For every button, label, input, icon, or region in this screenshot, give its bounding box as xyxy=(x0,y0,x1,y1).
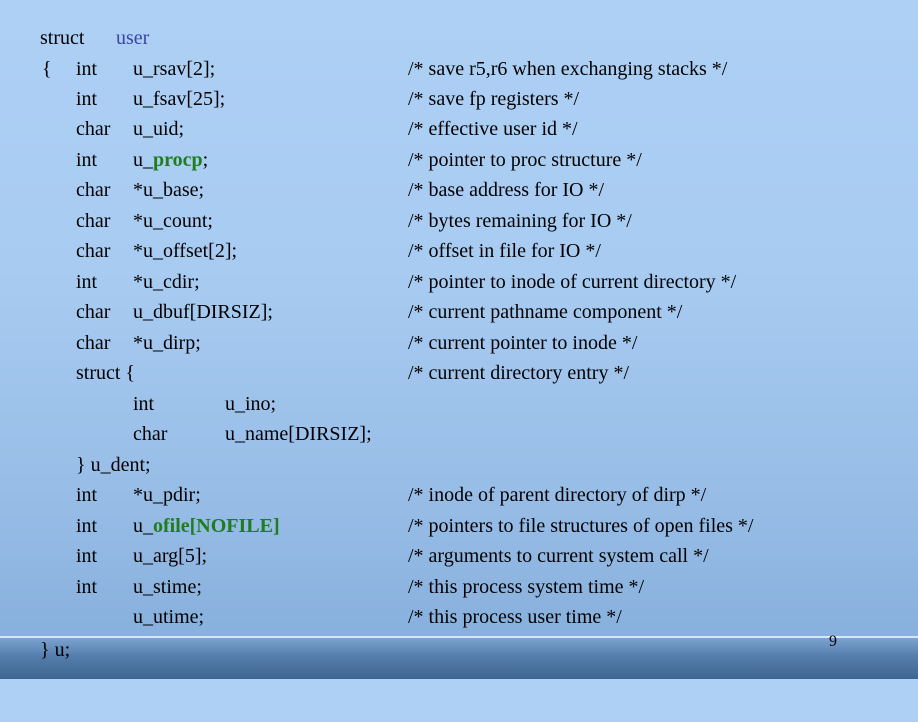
field-type: int xyxy=(76,271,98,293)
field-type: int xyxy=(76,58,98,80)
field-decl: u_dbuf[DIRSIZ]; xyxy=(133,301,273,323)
struct-name: user xyxy=(116,27,150,49)
code-line: char *u_count; /* bytes remaining for IO… xyxy=(0,206,918,236)
field-comment: /* current directory entry */ xyxy=(408,362,630,384)
code-line: int *u_pdir; /* inode of parent director… xyxy=(0,480,918,510)
field-comment: /* inode of parent directory of dirp */ xyxy=(408,484,707,506)
struct-header: struct user xyxy=(0,23,918,53)
struct-closing: } u; xyxy=(40,639,71,661)
field-comment: /* save r5,r6 when exchanging stacks */ xyxy=(408,58,728,80)
field-decl-prefix: u_ xyxy=(133,515,153,537)
field-decl: *u_offset[2]; xyxy=(133,240,238,262)
field-comment: /* pointers to file structures of open f… xyxy=(408,515,754,537)
code-line: int u_arg[5]; /* arguments to current sy… xyxy=(0,541,918,571)
field-decl: u_fsav[25]; xyxy=(133,88,226,110)
field-type: char xyxy=(76,332,111,354)
field-decl-suffix: ; xyxy=(202,149,209,171)
code-line: int u_ino; xyxy=(0,389,918,419)
field-decl: u_utime; xyxy=(133,606,205,628)
open-brace: { xyxy=(42,58,52,80)
footer-bar xyxy=(0,637,918,679)
code-line: int u_fsav[25]; /* save fp registers */ xyxy=(0,84,918,114)
field-decl: u_procp; xyxy=(133,145,208,175)
code-line: char u_uid; /* effective user id */ xyxy=(0,114,918,144)
field-decl: *u_cdir; xyxy=(133,271,200,293)
field-type: int xyxy=(76,545,98,567)
inner-field-type: int xyxy=(133,393,155,415)
highlighted-field: ofile[NOFILE] xyxy=(153,515,280,537)
footer-divider xyxy=(0,636,918,638)
code-line: int u_stime; /* this process system time… xyxy=(0,572,918,602)
field-type: char xyxy=(76,210,111,232)
field-type: char xyxy=(76,118,111,140)
field-type: int xyxy=(76,88,98,110)
field-type: char xyxy=(76,240,111,262)
code-line: struct { /* current directory entry */ xyxy=(0,358,918,388)
field-decl: *u_pdir; xyxy=(133,484,201,506)
code-line: u_utime; /* this process user time */ xyxy=(0,602,918,632)
field-comment: /* pointer to proc structure */ xyxy=(408,149,642,171)
highlighted-field: procp xyxy=(153,149,203,171)
inner-field-type: char xyxy=(133,423,168,445)
field-comment: /* current pointer to inode */ xyxy=(408,332,638,354)
code-line: int *u_cdir; /* pointer to inode of curr… xyxy=(0,267,918,297)
field-decl: u_arg[5]; xyxy=(133,545,208,567)
page-number: 9 xyxy=(829,633,837,650)
field-type: char xyxy=(76,301,111,323)
field-decl: u_uid; xyxy=(133,118,185,140)
field-decl: *u_dirp; xyxy=(133,332,201,354)
code-line: char u_name[DIRSIZ]; xyxy=(0,419,918,449)
field-comment: /* save fp registers */ xyxy=(408,88,580,110)
inner-field-decl: u_name[DIRSIZ]; xyxy=(225,423,372,445)
nested-struct-open: struct { xyxy=(76,362,136,384)
struct-keyword: struct xyxy=(40,27,85,49)
field-comment: /* arguments to current system call */ xyxy=(408,545,709,567)
field-comment: /* pointer to inode of current directory… xyxy=(408,271,737,293)
field-comment: /* effective user id */ xyxy=(408,118,578,140)
field-comment: /* this process user time */ xyxy=(408,606,622,628)
field-decl: u_stime; xyxy=(133,576,202,598)
field-comment: /* this process system time */ xyxy=(408,576,645,598)
field-type: char xyxy=(76,179,111,201)
inner-field-decl: u_ino; xyxy=(225,393,277,415)
field-type: int xyxy=(76,149,98,171)
field-comment: /* base address for IO */ xyxy=(408,179,605,201)
field-comment: /* offset in file for IO */ xyxy=(408,240,601,262)
field-comment: /* current pathname component */ xyxy=(408,301,683,323)
code-line: int u_procp; /* pointer to proc structur… xyxy=(0,145,918,175)
field-decl: *u_base; xyxy=(133,179,205,201)
nested-struct-close: } u_dent; xyxy=(76,454,151,476)
code-line: char *u_offset[2]; /* offset in file for… xyxy=(0,236,918,266)
field-type: int xyxy=(76,515,98,537)
code-line: } u_dent; xyxy=(0,450,918,480)
code-line: char *u_base; /* base address for IO */ xyxy=(0,175,918,205)
field-decl: u_rsav[2]; xyxy=(133,58,216,80)
field-comment: /* bytes remaining for IO */ xyxy=(408,210,632,232)
field-decl: u_ofile[NOFILE] xyxy=(133,511,280,541)
field-decl: *u_count; xyxy=(133,210,213,232)
field-decl-prefix: u_ xyxy=(133,149,153,171)
code-line: int u_ofile[NOFILE] /* pointers to file … xyxy=(0,511,918,541)
field-type: int xyxy=(76,484,98,506)
field-type: int xyxy=(76,576,98,598)
code-line: char *u_dirp; /* current pointer to inod… xyxy=(0,328,918,358)
code-line: { int u_rsav[2]; /* save r5,r6 when exch… xyxy=(0,54,918,84)
code-line: char u_dbuf[DIRSIZ]; /* current pathname… xyxy=(0,297,918,327)
slide: struct user { int u_rsav[2]; /* save r5,… xyxy=(0,0,918,679)
